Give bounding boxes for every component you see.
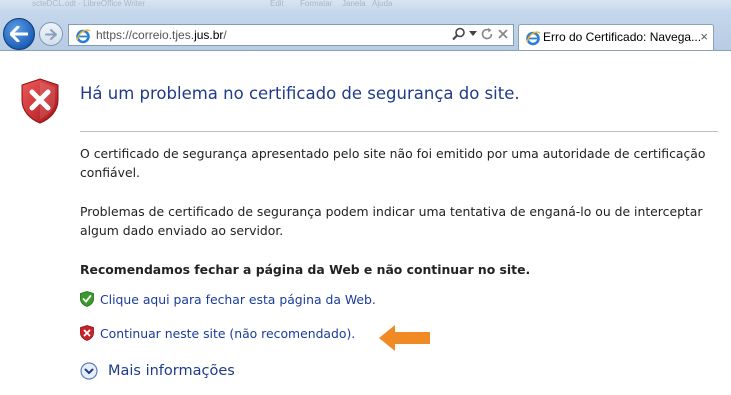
address-tools bbox=[452, 27, 509, 41]
tab-title: Erro do Certificado: Navega... bbox=[543, 30, 702, 44]
divider bbox=[80, 131, 718, 132]
more-info-toggle[interactable]: Mais informações bbox=[80, 362, 235, 380]
browser-toolbar: scteDCL.odt - LibreOffice Writer Edit Fo… bbox=[0, 0, 731, 50]
more-info-label: Mais informações bbox=[108, 363, 235, 379]
faded-menu: Edit bbox=[270, 0, 284, 8]
recommendation-text: Recomendamos fechar a página da Web e nã… bbox=[80, 262, 531, 277]
forward-arrow-icon bbox=[45, 28, 57, 40]
search-icon[interactable] bbox=[452, 27, 466, 41]
description-text: O certificado de segurança apresentado p… bbox=[80, 146, 706, 180]
browser-tab[interactable]: Erro do Certificado: Navega... × bbox=[518, 24, 714, 50]
back-button[interactable] bbox=[3, 18, 35, 50]
forward-button[interactable] bbox=[39, 22, 63, 46]
back-arrow-icon bbox=[10, 26, 28, 42]
close-page-row: Clique aqui para fechar esta página da W… bbox=[80, 291, 376, 307]
error-shield-icon bbox=[20, 78, 60, 128]
tab-close-button[interactable]: × bbox=[700, 29, 708, 44]
ie-favicon-icon bbox=[525, 30, 541, 50]
page-title: Há um problema no certificado de seguran… bbox=[80, 84, 520, 103]
background-window-titlebar: scteDCL.odt - LibreOffice Writer Edit Fo… bbox=[0, 0, 731, 10]
continue-to-site-link[interactable]: Continuar neste site (não recomendado). bbox=[100, 326, 355, 341]
refresh-icon[interactable] bbox=[480, 27, 494, 41]
ie-favicon-icon bbox=[75, 28, 91, 48]
faded-menu: Formatar bbox=[300, 0, 333, 8]
url-text: https://correio.tjes.jus.br/ bbox=[96, 28, 227, 42]
continue-row: Continuar neste site (não recomendado). bbox=[80, 325, 355, 341]
faded-menu: Janela bbox=[342, 0, 366, 8]
warning-text: Problemas de certificado de segurança po… bbox=[80, 204, 703, 238]
address-bar[interactable]: https://correio.tjes.jus.br/ bbox=[68, 24, 514, 46]
stop-icon[interactable] bbox=[497, 28, 509, 40]
close-page-link[interactable]: Clique aqui para fechar esta página da W… bbox=[100, 292, 376, 307]
dropdown-icon[interactable] bbox=[469, 31, 477, 37]
faded-title: scteDCL.odt - LibreOffice Writer bbox=[32, 0, 146, 8]
expand-chevron-icon bbox=[80, 362, 98, 380]
red-shield-icon bbox=[80, 325, 94, 341]
green-shield-icon bbox=[80, 291, 94, 307]
orange-arrow-icon bbox=[379, 325, 430, 351]
faded-menu: Ajuda bbox=[372, 0, 393, 8]
